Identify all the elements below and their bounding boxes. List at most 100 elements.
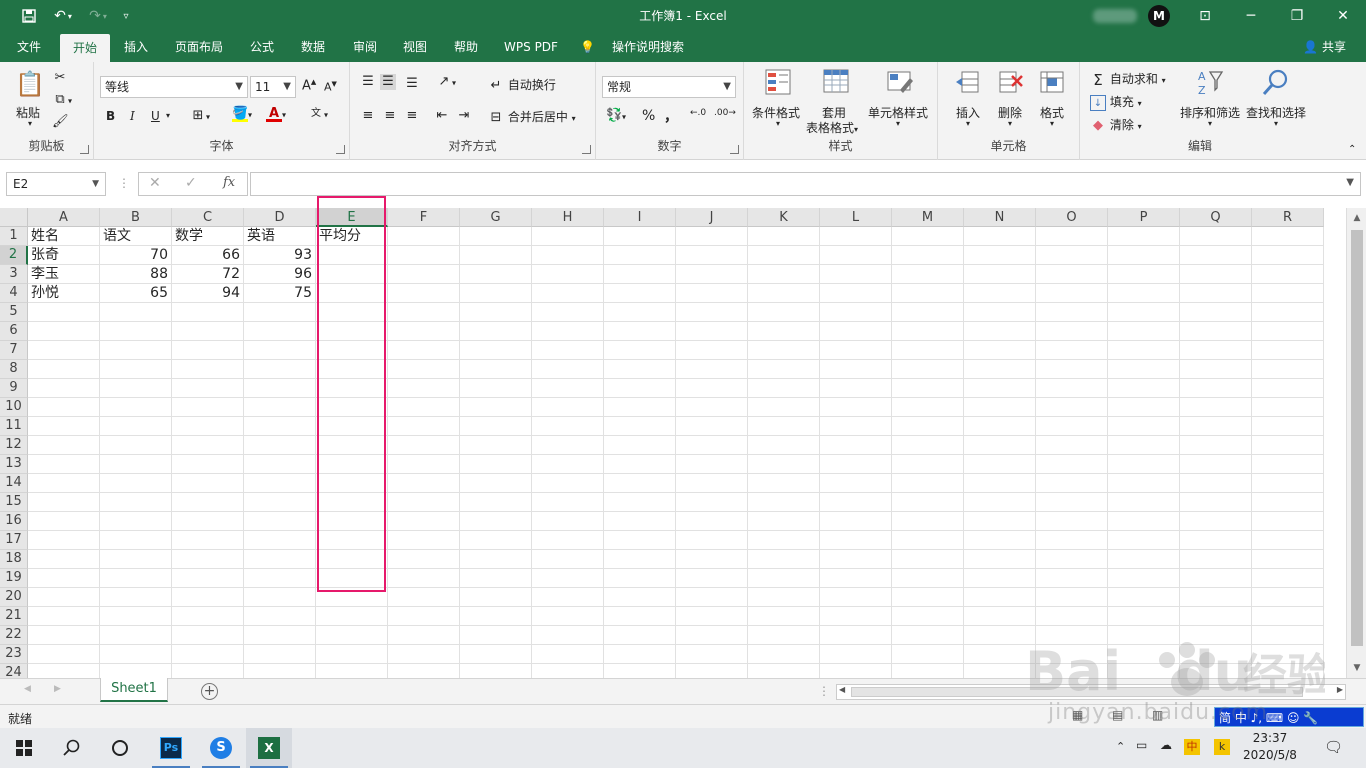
cell-d15[interactable] [244,493,316,512]
cell-h4[interactable] [532,284,604,303]
cell-f9[interactable] [388,379,460,398]
cell-p14[interactable] [1108,474,1180,493]
cell-g15[interactable] [460,493,532,512]
cell-o24[interactable] [1036,664,1108,678]
align-center-icon[interactable]: ≡ [382,108,398,124]
row-header-16[interactable]: 16 [0,512,28,531]
row-header-18[interactable]: 18 [0,550,28,569]
cell-c18[interactable] [172,550,244,569]
cell-o3[interactable] [1036,265,1108,284]
row-header-15[interactable]: 15 [0,493,28,512]
cell-q4[interactable] [1180,284,1252,303]
accounting-format-icon[interactable]: 💱▾ [606,108,626,124]
cell-m8[interactable] [892,360,964,379]
cell-e11[interactable] [316,417,388,436]
redo-icon[interactable]: ↷ ▾ [84,0,112,32]
cell-h14[interactable] [532,474,604,493]
cell-p8[interactable] [1108,360,1180,379]
font-launcher-icon[interactable] [336,145,345,154]
cell-i7[interactable] [604,341,676,360]
cell-o6[interactable] [1036,322,1108,341]
cell-f4[interactable] [388,284,460,303]
enter-icon[interactable]: ✓ [185,175,197,191]
cell-l7[interactable] [820,341,892,360]
cell-h21[interactable] [532,607,604,626]
cell-e8[interactable] [316,360,388,379]
clipboard-launcher-icon[interactable] [80,145,89,154]
cell-p5[interactable] [1108,303,1180,322]
cell-d12[interactable] [244,436,316,455]
cell-c22[interactable] [172,626,244,645]
underline-dropdown-icon[interactable]: ▾ [166,111,170,120]
increase-font-icon[interactable]: A▲ [302,78,316,93]
row-header-12[interactable]: 12 [0,436,28,455]
cell-k16[interactable] [748,512,820,531]
borders-icon[interactable]: ⊞ ▾ [190,108,210,124]
cell-q17[interactable] [1180,531,1252,550]
cell-m17[interactable] [892,531,964,550]
cell-o19[interactable] [1036,569,1108,588]
tab-help[interactable]: 帮助 [446,32,486,62]
cell-b19[interactable] [100,569,172,588]
system-clock[interactable]: 23:37 2020/5/8 [1240,730,1300,764]
cell-i6[interactable] [604,322,676,341]
cell-m12[interactable] [892,436,964,455]
cell-m14[interactable] [892,474,964,493]
cell-e6[interactable] [316,322,388,341]
cell-j5[interactable] [676,303,748,322]
column-header-r[interactable]: R [1252,208,1324,227]
copy-icon[interactable]: ⧉ ▾ [52,92,72,108]
align-bottom-icon[interactable]: ☰ [404,76,420,92]
cell-j4[interactable] [676,284,748,303]
cell-j8[interactable] [676,360,748,379]
cell-h8[interactable] [532,360,604,379]
cell-e2[interactable] [316,246,388,265]
find-select-icon[interactable] [1260,68,1292,100]
cell-d11[interactable] [244,417,316,436]
cell-k10[interactable] [748,398,820,417]
formula-input[interactable]: ▼ [250,172,1361,196]
next-sheet-icon[interactable]: ▶ [54,684,61,694]
cell-b23[interactable] [100,645,172,664]
cell-c4[interactable]: 94 [172,284,244,303]
cell-g12[interactable] [460,436,532,455]
minimize-button[interactable]: ─ [1228,0,1274,32]
cell-f5[interactable] [388,303,460,322]
tray-chevron-icon[interactable]: ⌃ [1116,740,1125,753]
row-header-8[interactable]: 8 [0,360,28,379]
cell-o18[interactable] [1036,550,1108,569]
cell-k1[interactable] [748,227,820,246]
cell-i14[interactable] [604,474,676,493]
cell-b6[interactable] [100,322,172,341]
notification-icon[interactable]: 🗨 [1324,738,1343,756]
cell-q20[interactable] [1180,588,1252,607]
cell-b7[interactable] [100,341,172,360]
tab-split-handle[interactable]: ⋮ [818,684,830,698]
cell-f6[interactable] [388,322,460,341]
cell-j9[interactable] [676,379,748,398]
task-view-icon[interactable] [96,728,144,768]
cell-n4[interactable] [964,284,1036,303]
cell-h10[interactable] [532,398,604,417]
cell-i3[interactable] [604,265,676,284]
cell-b15[interactable] [100,493,172,512]
cell-r6[interactable] [1252,322,1324,341]
bold-button[interactable]: B [106,109,115,123]
fill-color-icon[interactable]: 🪣▾ [232,106,252,122]
close-button[interactable]: ✕ [1320,0,1366,32]
increase-indent-icon[interactable]: ⇥ [456,108,472,124]
scroll-down-icon[interactable]: ▼ [1349,660,1365,676]
cell-h12[interactable] [532,436,604,455]
delete-dropdown-icon[interactable]: ▾ [1008,119,1012,128]
cell-a6[interactable] [28,322,100,341]
cell-g16[interactable] [460,512,532,531]
cell-q15[interactable] [1180,493,1252,512]
worksheet-grid[interactable]: A B C D E F G H I J K L M N O P Q R 1 姓名 语文 数学 英语 平均分 2 张奇 70 66 93 3… [0,208,1346,678]
cell-f14[interactable] [388,474,460,493]
cell-g19[interactable] [460,569,532,588]
cell-o10[interactable] [1036,398,1108,417]
cell-r2[interactable] [1252,246,1324,265]
cell-n24[interactable] [964,664,1036,678]
cell-g4[interactable] [460,284,532,303]
cell-d22[interactable] [244,626,316,645]
